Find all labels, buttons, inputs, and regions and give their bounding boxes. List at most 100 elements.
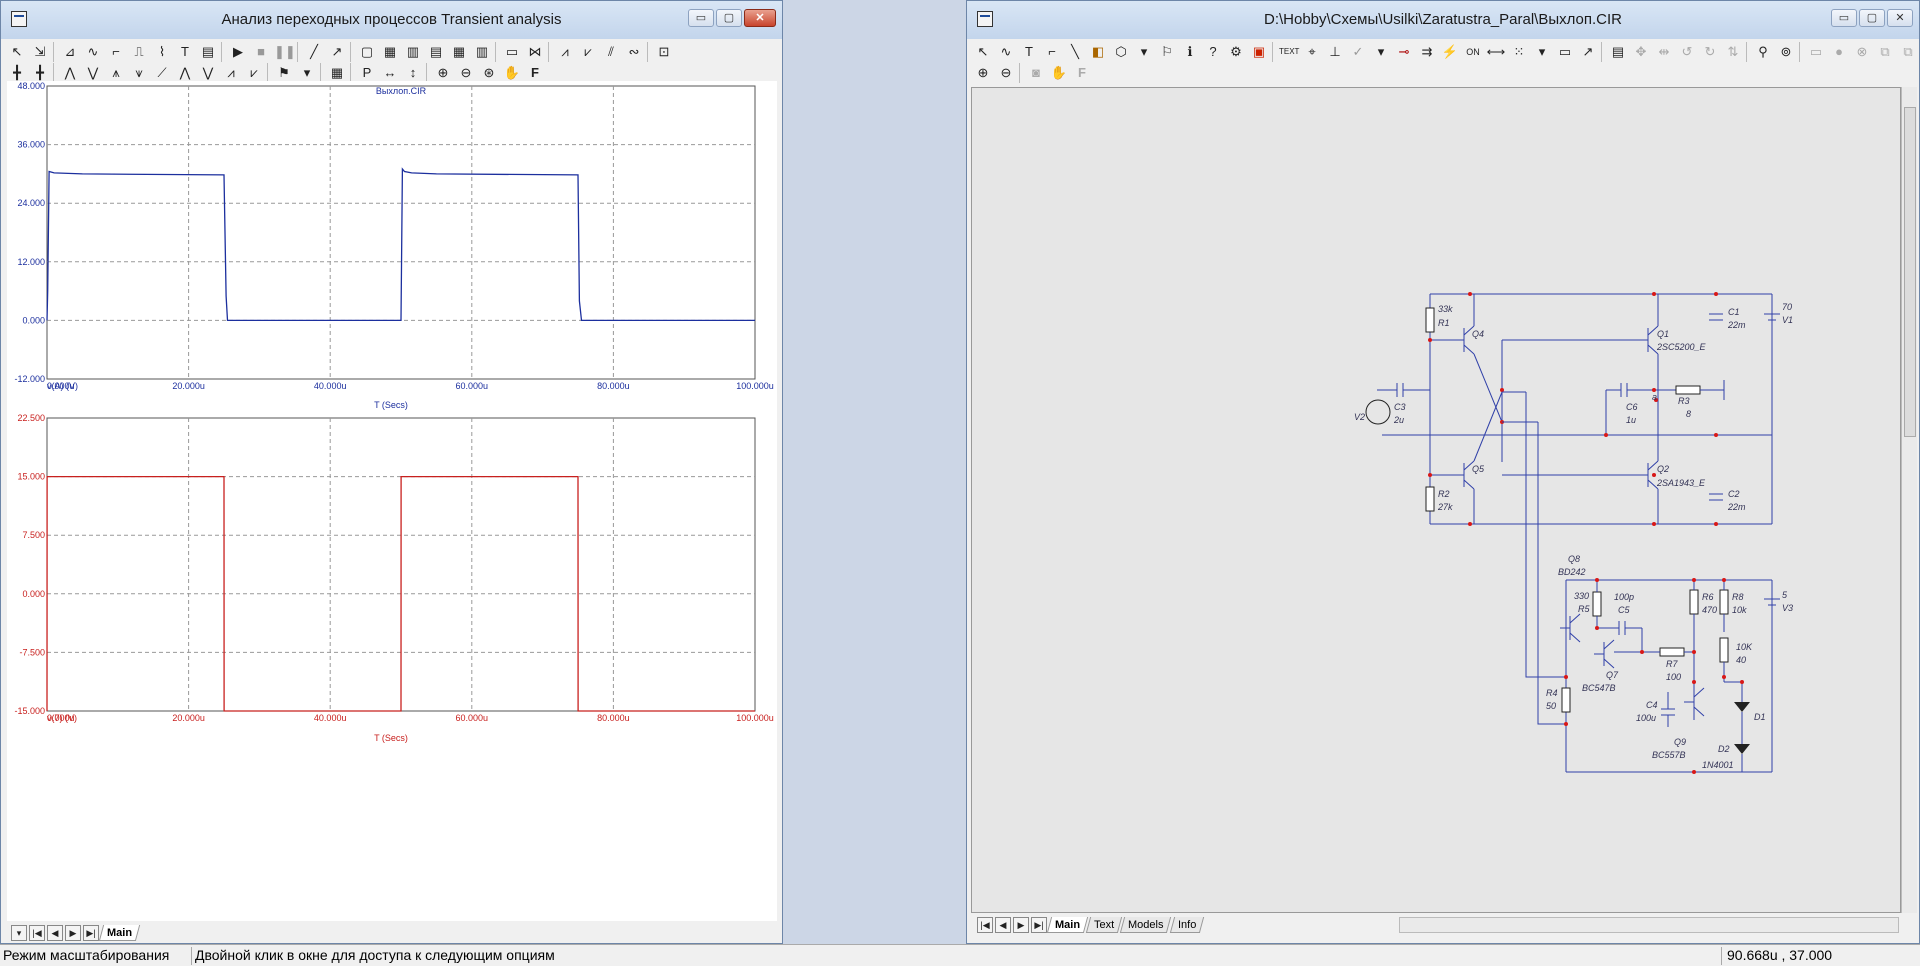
bottom-icon[interactable]: ⩗	[244, 63, 264, 83]
resistor-symbol[interactable]	[1675, 385, 1701, 395]
resistor-symbol[interactable]	[1689, 589, 1699, 615]
grid-fine-icon[interactable]: ▦	[449, 42, 469, 62]
scale-tool-icon[interactable]: ⇲	[30, 42, 50, 62]
prev-tab-button[interactable]: ◀	[47, 925, 63, 941]
prev-tab-button[interactable]: ◀	[995, 917, 1011, 933]
cursor-icon[interactable]: ⋈	[525, 42, 545, 62]
slope-up-icon[interactable]: ⟋	[152, 63, 172, 83]
peak-icon[interactable]: ⩘	[555, 42, 575, 62]
scrollbar-thumb[interactable]	[1904, 107, 1916, 437]
slope-icon[interactable]: ⫽	[601, 42, 621, 62]
tab-text[interactable]: Text	[1085, 917, 1123, 933]
text-icon[interactable]: T	[1019, 42, 1039, 62]
zoom-out-icon[interactable]: ⊖	[456, 63, 476, 83]
palette-icon[interactable]: ▣	[1249, 42, 1269, 62]
find-icon[interactable]: ⚙	[1226, 42, 1246, 62]
dropdown-icon[interactable]: ▾	[297, 63, 317, 83]
first-tab-button[interactable]: |◀	[29, 925, 45, 941]
cursor-left-icon[interactable]: ╋	[7, 63, 27, 83]
wire-tool-icon[interactable]: ∿	[996, 42, 1016, 62]
voltage-source-symbol[interactable]	[1365, 399, 1391, 425]
flip-icon[interactable]: ⇅	[1723, 42, 1743, 62]
resistor-symbol[interactable]	[1659, 647, 1685, 657]
minimize-button[interactable]: ▭	[1831, 9, 1857, 27]
wire[interactable]	[1569, 632, 1581, 643]
wire[interactable]	[1463, 479, 1475, 490]
pointer-icon[interactable]: ↗	[1578, 42, 1598, 62]
resistor-symbol[interactable]	[1592, 591, 1602, 617]
vertical-scrollbar[interactable]	[1901, 87, 1917, 913]
global-low-icon[interactable]: ⋁	[198, 63, 218, 83]
left-title-bar[interactable]: Анализ переходных процессов Transient an…	[1, 1, 782, 39]
valley-icon[interactable]: ⩗	[578, 42, 598, 62]
wire[interactable]	[1569, 613, 1581, 624]
zoom-in-icon[interactable]: ⊕	[433, 63, 453, 83]
dropdown-icon[interactable]: ▾	[1371, 42, 1391, 62]
paste-icon[interactable]: ⧉	[1898, 42, 1918, 62]
camera-icon[interactable]: ◙	[1026, 63, 1046, 83]
frame-icon[interactable]: ▢	[357, 42, 377, 62]
rotate-right-icon[interactable]: ↻	[1700, 42, 1720, 62]
wire[interactable]	[1473, 391, 1503, 462]
text-label-icon[interactable]: TEXT	[1279, 42, 1299, 62]
select-tool-icon[interactable]: ↖	[973, 42, 993, 62]
dropdown-icon[interactable]: ▾	[1134, 42, 1154, 62]
help-icon[interactable]: ?	[1203, 42, 1223, 62]
move-icon[interactable]: ✥	[1631, 42, 1651, 62]
binoculars-icon[interactable]: ⊚	[1776, 42, 1796, 62]
current-icon[interactable]: ⚡	[1440, 42, 1460, 62]
wire[interactable]	[1693, 706, 1705, 717]
font-icon[interactable]: F	[525, 63, 545, 83]
cancel-icon[interactable]: ⊗	[1852, 42, 1872, 62]
first-tab-button[interactable]: |◀	[977, 917, 993, 933]
curve-icon[interactable]: ⌇	[152, 42, 172, 62]
shapes-icon[interactable]: ⬡	[1111, 42, 1131, 62]
hand-icon[interactable]: ✋	[502, 63, 522, 83]
minimize-button[interactable]: ▭	[688, 9, 714, 27]
monitor-icon[interactable]: ▭	[1806, 42, 1826, 62]
maximize-button[interactable]: ▢	[716, 9, 742, 27]
graph-icon[interactable]: ⎍	[129, 42, 149, 62]
flow-icon[interactable]: ⇉	[1417, 42, 1437, 62]
wire[interactable]	[1693, 687, 1705, 698]
pin-icon[interactable]: ⊥	[1325, 42, 1345, 62]
copy-icon[interactable]: ⧉	[1875, 42, 1895, 62]
tab-dropdown-button[interactable]: ▾	[11, 925, 27, 941]
diode-d1-symbol[interactable]	[1734, 702, 1750, 712]
probe-icon[interactable]: ⊸	[1394, 42, 1414, 62]
properties-icon[interactable]: ▤	[198, 42, 218, 62]
schematic-canvas[interactable]: 33k R1 Q4 Q1 2SC5200_E C1 22m 70 V1 V2 C3 2u C6 1u R3 8…	[971, 87, 1901, 913]
component-icon[interactable]: ◧	[1088, 42, 1108, 62]
transient-analysis-window[interactable]: Анализ переходных процессов Transient an…	[0, 0, 783, 944]
schematic-window[interactable]: D:\Hobby\Схемы\Usilki\Zaratustra_Paral\В…	[966, 0, 1920, 944]
zoom-out-icon[interactable]: ⊖	[996, 63, 1016, 83]
search-icon[interactable]: ⚲	[1753, 42, 1773, 62]
hand-icon[interactable]: ✋	[1049, 63, 1069, 83]
next-peak-icon[interactable]: ⋀	[60, 63, 80, 83]
global-high-icon[interactable]: ⋀	[175, 63, 195, 83]
tab-main[interactable]: Main	[1046, 917, 1089, 933]
next-tab-button[interactable]: ▶	[65, 925, 81, 941]
step-icon[interactable]: ⌐	[106, 42, 126, 62]
tab-info[interactable]: Info	[1169, 917, 1205, 933]
ortho-wire-icon[interactable]: ⌐	[1042, 42, 1062, 62]
stop-icon[interactable]: ■	[251, 42, 271, 62]
top-icon[interactable]: ⩘	[221, 63, 241, 83]
wave-icon[interactable]: ∿	[83, 42, 103, 62]
last-tab-button[interactable]: ▶|	[83, 925, 99, 941]
text-icon[interactable]: T	[175, 42, 195, 62]
next-tab-button[interactable]: ▶	[1013, 917, 1029, 933]
arrow-tool-icon[interactable]: ↗	[327, 42, 347, 62]
cursor-right-icon[interactable]: ╋	[30, 63, 50, 83]
low-icon[interactable]: ⩛	[129, 63, 149, 83]
node-numbers-icon[interactable]: ⌖	[1302, 42, 1322, 62]
diag-wire-icon[interactable]: ╲	[1065, 42, 1085, 62]
grid-minor-icon[interactable]: ▥	[403, 42, 423, 62]
check-icon[interactable]: ✓	[1348, 42, 1368, 62]
flag-icon[interactable]: ⚐	[1157, 42, 1177, 62]
plot-icon[interactable]: ⊿	[60, 42, 80, 62]
resistor-symbol[interactable]	[1719, 589, 1729, 615]
table-icon[interactable]: ▦	[327, 63, 347, 83]
resistor-symbol[interactable]	[1425, 307, 1435, 333]
tag-vertical-icon[interactable]: ↕	[403, 63, 423, 83]
